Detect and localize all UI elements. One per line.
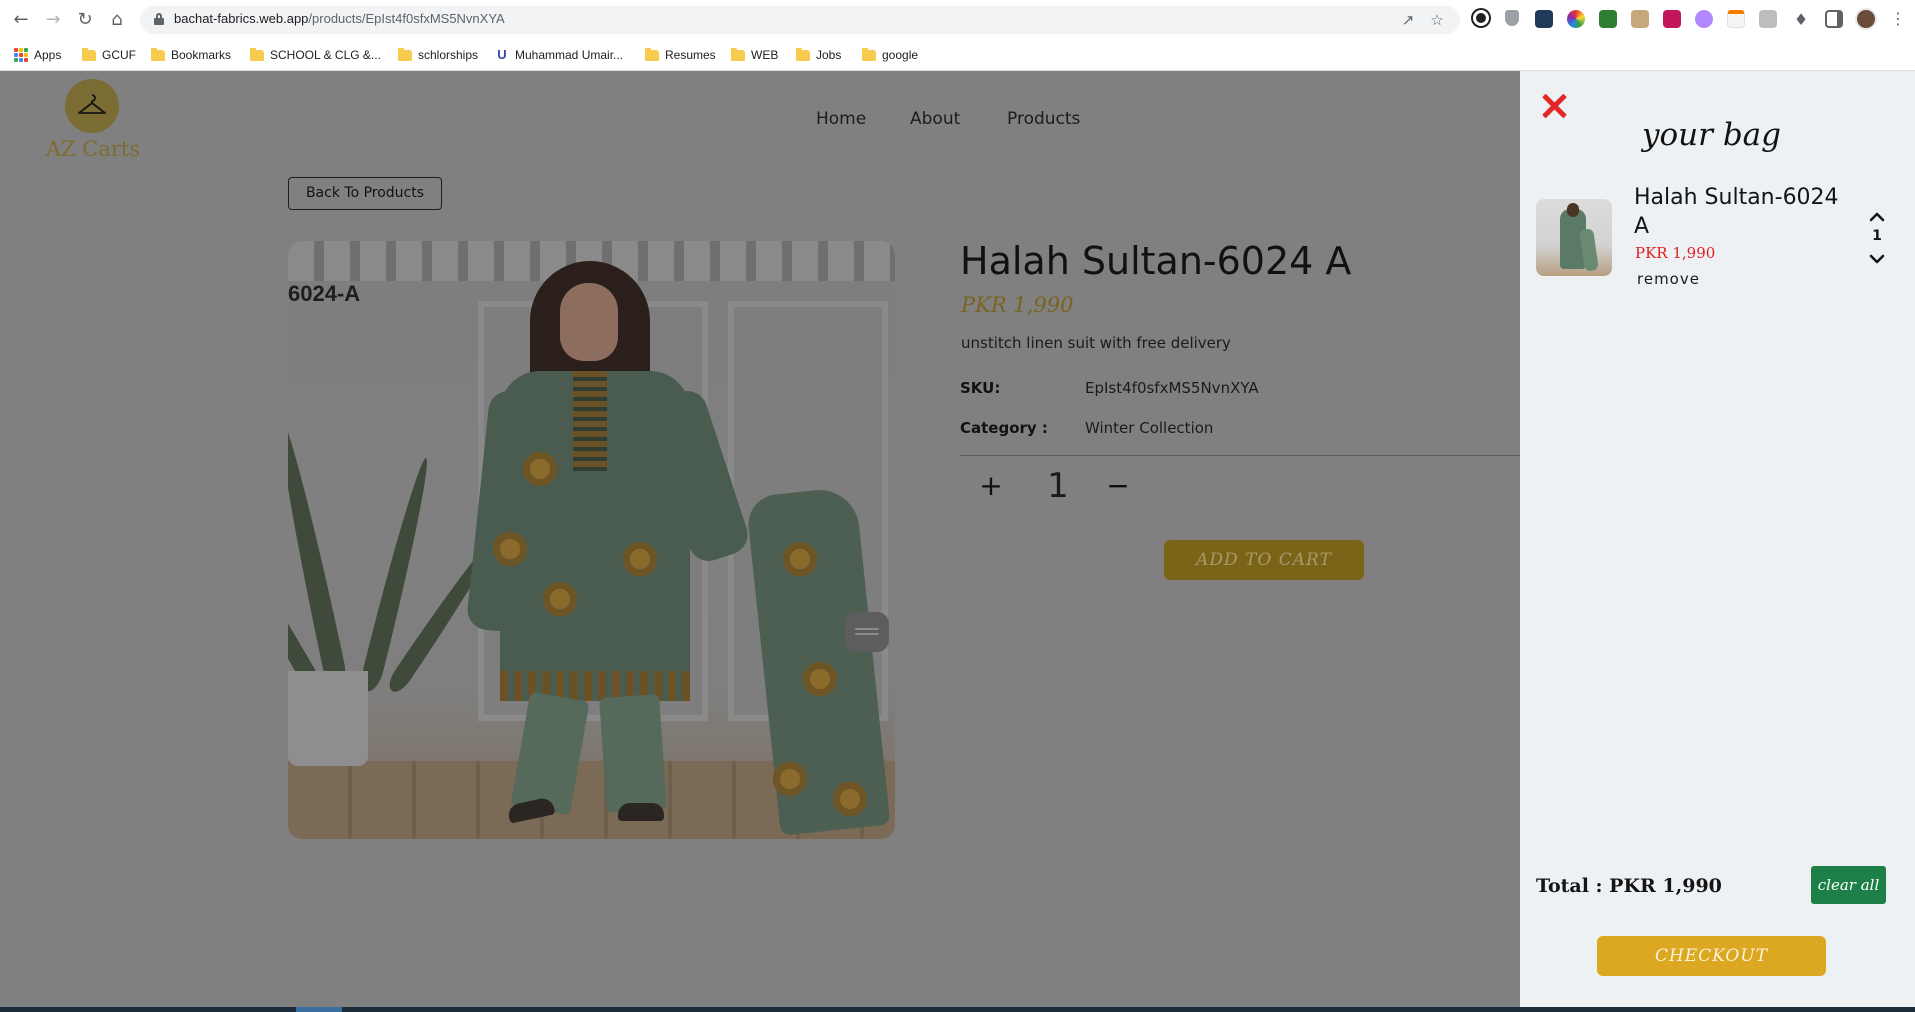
bookmark-label: Apps — [34, 48, 62, 62]
folder-icon — [82, 47, 96, 61]
star-icon[interactable]: ☆ — [1427, 10, 1447, 30]
extensions-puzzle-icon[interactable]: ♦ — [1789, 8, 1813, 32]
bookmark-muhammad-umair[interactable]: U Muhammad Umair... — [495, 45, 623, 65]
chevron-up-icon[interactable] — [1866, 209, 1888, 225]
quantity-increase-button[interactable]: + — [971, 466, 1011, 506]
image-sku-tag: 6024-A — [288, 281, 361, 306]
bookmark-label: schlorships — [418, 48, 479, 62]
bookmark-label: Muhammad Umair... — [515, 48, 624, 62]
product-page: AZ Carts Home About Products Back To Pro… — [0, 71, 1520, 1012]
bookmark-label: GCUF — [102, 48, 136, 62]
site-logo[interactable]: AZ Carts — [38, 79, 148, 169]
category-value: Winter Collection — [1085, 419, 1214, 437]
url-host: bachat-fabrics.web.app — [174, 11, 309, 26]
bookmark-label: SCHOOL & CLG &... — [270, 48, 381, 62]
add-to-cart-button[interactable]: ADD TO CART — [1164, 540, 1364, 580]
bookmark-label: google — [882, 48, 919, 62]
folder-icon — [645, 47, 659, 61]
sync-extension-icon[interactable] — [1473, 10, 1489, 26]
quantity-decrease-button[interactable]: − — [1098, 466, 1138, 506]
sku-label: SKU: — [960, 379, 1001, 397]
bookmark-google[interactable]: google — [862, 45, 918, 65]
logo-text: AZ Carts — [45, 137, 141, 161]
bookmark-resumes[interactable]: Resumes — [645, 45, 716, 65]
apps-grid-icon — [14, 48, 28, 62]
side-panel-icon[interactable] — [1825, 10, 1843, 28]
nav-about[interactable]: About — [910, 109, 960, 129]
cart-item-quantity: 1 — [1872, 228, 1882, 244]
reload-icon[interactable]: ↻ — [73, 8, 97, 32]
bookmark-school[interactable]: SCHOOL & CLG &... — [250, 45, 381, 65]
home-icon[interactable]: ⌂ — [105, 8, 129, 32]
product-price: PKR 1,990 — [961, 293, 1074, 317]
hanger-icon — [78, 94, 106, 114]
url-path: /products/EpIst4f0sfxMS5NvnXYA — [308, 11, 505, 26]
cart-item-name: Halah Sultan-6024 A — [1634, 185, 1839, 239]
color-picker-icon[interactable] — [1567, 10, 1585, 28]
bookmark-bookmarks[interactable]: Bookmarks — [151, 45, 231, 65]
quantity-value: 1 — [1047, 466, 1069, 506]
back-to-products-button[interactable]: Back To Products — [288, 177, 442, 210]
folder-icon — [731, 47, 745, 61]
bookmarks-bar: Apps GCUF Bookmarks SCHOOL & CLG &... sc… — [0, 40, 1915, 71]
bookmark-schlorships[interactable]: schlorships — [398, 45, 478, 65]
back-arrow-icon[interactable]: ← — [9, 8, 33, 32]
nav-home[interactable]: Home — [816, 109, 866, 129]
product-image: 6024-A — [288, 241, 895, 839]
notes-extension-icon[interactable] — [1727, 10, 1745, 28]
folder-icon — [862, 47, 876, 61]
menu-kebab-icon[interactable]: ⋮ — [1890, 9, 1906, 28]
forward-arrow-icon[interactable]: → — [41, 8, 65, 32]
logo-badge — [65, 79, 119, 133]
folder-icon — [151, 47, 165, 61]
image-drag-handle[interactable] — [845, 612, 889, 652]
taskbar-strip — [0, 1007, 1915, 1012]
cart-item-price: PKR 1,990 — [1635, 244, 1716, 262]
wand-extension-icon[interactable] — [1695, 10, 1713, 28]
category-label: Category : — [960, 419, 1048, 437]
checkout-button[interactable]: CHECKOUT — [1597, 936, 1826, 976]
folder-icon — [796, 47, 810, 61]
folder-icon — [250, 47, 264, 61]
react-devtools-icon[interactable] — [1535, 10, 1553, 28]
browser-chrome: ← → ↻ ⌂ bachat-fabrics.web.app/products/… — [0, 0, 1915, 71]
lock-icon — [154, 13, 164, 25]
folder-icon — [398, 47, 412, 61]
bookmark-label: Bookmarks — [171, 48, 232, 62]
bookmark-label: WEB — [751, 48, 779, 62]
cart-item-remove-button[interactable]: remove — [1637, 270, 1700, 288]
bookmark-gcuf[interactable]: GCUF — [82, 45, 136, 65]
product-title: Halah Sultan-6024 A — [960, 239, 1352, 283]
u-logo-icon: U — [497, 47, 507, 62]
nav-products[interactable]: Products — [1007, 109, 1080, 129]
product-description: unstitch linen suit with free delivery — [961, 334, 1231, 352]
clipboard-extension-icon[interactable] — [1631, 10, 1649, 28]
clear-all-button[interactable]: clear all — [1811, 866, 1886, 904]
divider — [960, 455, 1520, 456]
cube-extension-icon[interactable] — [1599, 10, 1617, 28]
bookmark-web[interactable]: WEB — [731, 45, 778, 65]
cart-item-thumbnail — [1536, 199, 1612, 276]
bookmark-label: Jobs — [816, 48, 842, 62]
close-icon[interactable] — [1541, 93, 1567, 119]
cart-total: Total : PKR 1,990 — [1536, 875, 1722, 897]
w-extension-icon[interactable] — [1663, 10, 1681, 28]
shield-extension-icon[interactable] — [1505, 10, 1519, 26]
bookmark-apps[interactable]: Apps — [14, 45, 61, 65]
share-icon[interactable]: ↗ — [1398, 10, 1418, 30]
tab-extension-icon[interactable] — [1759, 10, 1777, 28]
address-bar[interactable]: bachat-fabrics.web.app/products/EpIst4f0… — [140, 6, 1460, 34]
cart-title: your bag — [1642, 117, 1781, 153]
sku-value: EpIst4f0sfxMS5NvnXYA — [1085, 379, 1259, 397]
bookmark-label: Resumes — [665, 48, 716, 62]
profile-avatar[interactable] — [1855, 8, 1877, 30]
chevron-down-icon[interactable] — [1866, 251, 1888, 267]
bookmark-jobs[interactable]: Jobs — [796, 45, 841, 65]
url-text[interactable]: bachat-fabrics.web.app/products/EpIst4f0… — [174, 11, 505, 26]
cart-drawer: your bag Halah Sultan-6024 A PKR 1,990 r… — [1520, 71, 1915, 1008]
browser-toolbar: ← → ↻ ⌂ bachat-fabrics.web.app/products/… — [0, 0, 1915, 40]
